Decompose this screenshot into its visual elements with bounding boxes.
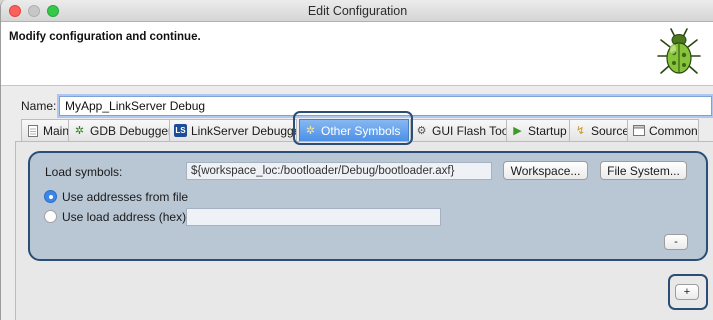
use-load-address-label: Use load address (hex): [62,210,190,224]
window-title: Edit Configuration [307,4,408,18]
tab-gdb-debugger-label: GDB Debugger [90,123,170,138]
tab-startup[interactable]: ▶ Startup [506,119,570,141]
use-addresses-from-file-label: Use addresses from file [62,190,189,204]
symbol-file-path-input[interactable] [186,162,492,180]
tab-gui-flash-tool-label: GUI Flash Tool [432,123,507,138]
load-symbols-label: Load symbols: [45,165,123,179]
name-label: Name: [21,99,57,113]
common-icon [632,124,645,137]
play-icon: ▶ [513,125,522,137]
tab-main-label: Main [43,123,69,138]
load-address-input[interactable] [186,208,441,226]
edit-configuration-window: Edit Configuration Modify configuration … [0,0,713,320]
tab-gdb-debugger[interactable]: ✲ GDB Debugger [68,119,170,141]
bug-gear-icon: ✲ [74,125,85,137]
ls-icon: LS [174,124,187,137]
tab-linkserver-debugger-label: LinkServer Debugger [191,123,297,138]
tab-gui-flash-tool[interactable]: ⚙ GUI Flash Tool [410,119,507,141]
tab-startup-label: Startup [528,123,567,138]
dialog-header: Modify configuration and continue. [1,22,713,86]
document-icon [26,124,39,137]
debug-bug-icon [657,28,701,74]
tab-common-label: Common [649,123,698,138]
remove-symbol-button[interactable]: - [664,234,688,250]
tab-main[interactable]: Main [21,119,69,141]
tab-common[interactable]: Common [627,119,699,141]
add-button-highlight [668,274,708,310]
workspace-button[interactable]: Workspace... [503,161,588,180]
tab-source-label: Source [591,123,628,138]
tab-linkserver-debugger[interactable]: LS LinkServer Debugger [169,119,297,141]
header-message: Modify configuration and continue. [9,31,201,43]
title-bar: Edit Configuration [1,0,713,22]
tab-source[interactable]: ↯ Source [569,119,628,141]
use-load-address-radio[interactable] [44,210,57,223]
flash-icon: ⚙ [416,125,427,137]
file-system-button[interactable]: File System... [600,161,687,180]
use-addresses-from-file-radio[interactable] [44,190,57,203]
other-symbols-tab-highlight [293,111,413,145]
source-icon: ↯ [575,125,586,137]
